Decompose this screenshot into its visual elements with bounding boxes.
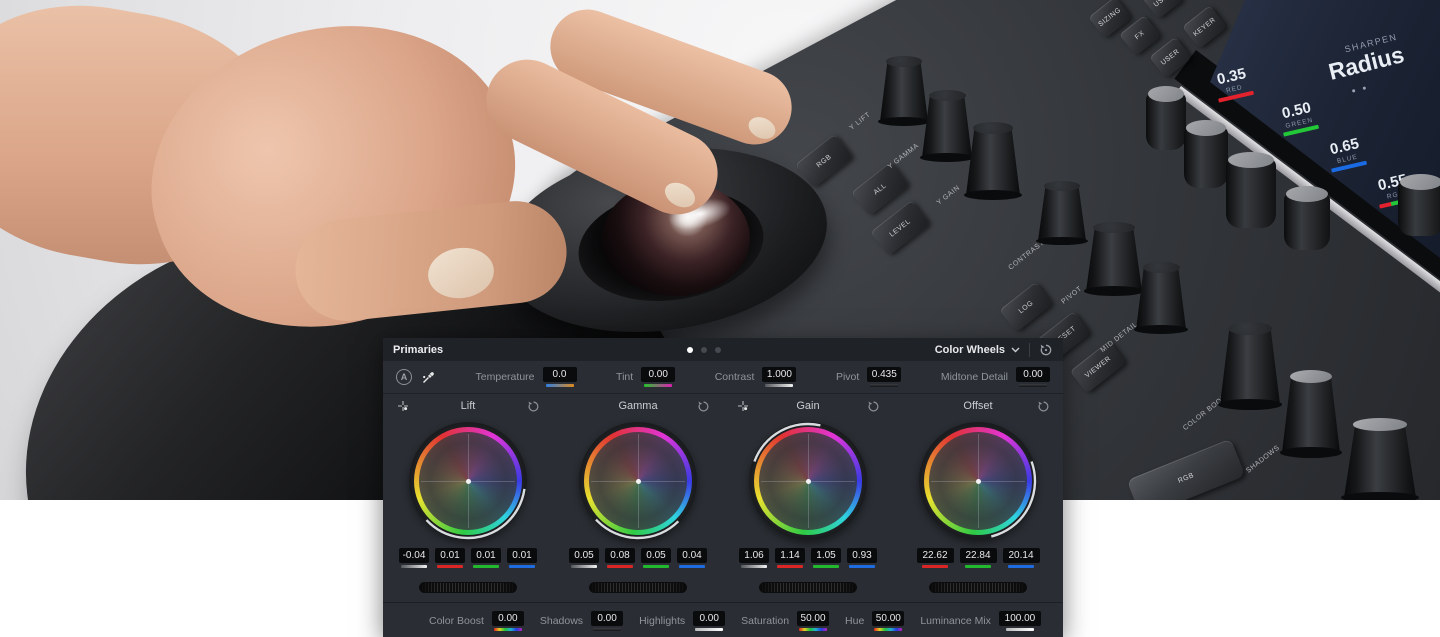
gain-label: Gain (796, 400, 820, 412)
lift-label: Lift (460, 400, 476, 412)
contrast-underline (765, 384, 794, 387)
gamma-reset-icon[interactable] (696, 399, 710, 413)
bottom-controls-row: Color Boost 0.00 Shadows 0.00 Highlights… (383, 602, 1063, 637)
midtone-detail-underline (1018, 384, 1047, 387)
color-boost-knob (1217, 322, 1283, 410)
auto-balance-icon[interactable]: A (396, 369, 412, 385)
adjustments-row: A Temperature 0.0 Tint 0.00 Contrast 1.0… (383, 361, 1063, 394)
highlights-field: Highlights 0.00 (639, 611, 726, 631)
midtone-detail-value: 0.00 (1015, 367, 1050, 382)
lift-reset-icon[interactable] (526, 399, 540, 413)
picker-icon[interactable] (421, 370, 436, 385)
y-lift-knob (878, 56, 930, 126)
chevron-down-icon (1011, 347, 1020, 352)
contrast-knob (1036, 181, 1088, 245)
lift-wheel[interactable] (409, 422, 527, 540)
pager-dots[interactable] (687, 338, 721, 361)
offset-column: Offset 22.62 22.84 20.14 (893, 394, 1063, 593)
primaries-panel: Primaries Color Wheels A Temperature 0.0… (383, 338, 1063, 637)
tint-field: Tint 0.00 (616, 367, 676, 387)
y-gamma-knob (920, 90, 974, 162)
lift-values: -0.04 0.01 0.01 0.01 (399, 548, 537, 574)
offset-master-dial[interactable] (929, 582, 1027, 593)
mid-detail-knob (1134, 262, 1188, 334)
offset-reset-icon[interactable] (1036, 399, 1050, 413)
pivot-underline (870, 384, 899, 387)
luminance-mix-value: 100.00 (998, 611, 1041, 626)
color-boost-value: 0.00 (491, 611, 524, 626)
midtone-detail-field: Midtone Detail 0.00 (941, 367, 1050, 387)
pivot-knob (1083, 222, 1145, 296)
y-gain-knob (963, 122, 1023, 200)
corner-knob (1341, 418, 1419, 500)
gain-wheel-indicator (805, 478, 811, 484)
lift-column: Lift -0.04 0.01 0.01 0.01 (383, 394, 553, 593)
gain-master-dial[interactable] (759, 582, 857, 593)
offset-values: 22.62 22.84 20.14 (916, 548, 1040, 574)
tint-value: 0.00 (641, 367, 676, 382)
gain-target-icon[interactable] (736, 399, 750, 413)
contrast-field: Contrast 1.000 (715, 367, 797, 387)
gamma-master-dial[interactable] (589, 582, 687, 593)
lcd-encoder-2 (1184, 120, 1228, 188)
contrast-value: 1.000 (762, 367, 797, 382)
mode-dropdown[interactable]: Color Wheels (935, 344, 1020, 356)
gain-column: Gain 1.06 1.14 1.05 0.93 (723, 394, 893, 593)
luminance-mix-field: Luminance Mix 100.00 (920, 611, 1041, 631)
temperature-value: 0.0 (542, 367, 577, 382)
lift-master-dial[interactable] (419, 582, 517, 593)
saturation-value: 50.00 (797, 611, 830, 626)
screenshot: SHARPEN Radius 0.35 RED 0.50 GREEN 0.65 … (0, 0, 1440, 637)
lcd-encoder-5 (1398, 174, 1440, 236)
shadows-value: 0.00 (591, 611, 624, 626)
shadows-knob (1279, 370, 1343, 458)
shadows-field: Shadows 0.00 (540, 611, 624, 631)
saturation-field: Saturation 50.00 (741, 611, 830, 631)
gain-wheel[interactable] (749, 422, 867, 540)
pivot-field: Pivot 0.435 (836, 367, 902, 387)
reset-panel-icon[interactable] (1039, 343, 1053, 357)
lift-target-icon[interactable] (396, 399, 410, 413)
pivot-value: 0.435 (867, 367, 902, 382)
lift-wheel-indicator (465, 478, 471, 484)
tint-underline (644, 384, 673, 387)
gain-reset-icon[interactable] (866, 399, 880, 413)
panel-titlebar: Primaries Color Wheels (383, 338, 1063, 361)
hue-value: 50.00 (872, 611, 905, 626)
panel-title: Primaries (393, 343, 444, 356)
lcd-encoder-3 (1226, 152, 1276, 228)
temperature-underline (545, 384, 574, 387)
temperature-field: Temperature 0.0 (476, 367, 577, 387)
highlights-value: 0.00 (693, 611, 726, 626)
color-boost-field: Color Boost 0.00 (429, 611, 524, 631)
gain-values: 1.06 1.14 1.05 0.93 (739, 548, 877, 574)
hue-field: Hue 50.00 (845, 611, 905, 631)
lcd-encoder-1 (1146, 86, 1186, 150)
offset-label: Offset (963, 400, 993, 412)
offset-wheel[interactable] (919, 422, 1037, 540)
wheels-section: Lift -0.04 0.01 0.01 0.01 Gamma 0.05 0.0… (383, 394, 1063, 593)
divider (1029, 342, 1030, 357)
gamma-wheel-indicator (635, 478, 641, 484)
gamma-column: Gamma 0.05 0.08 0.05 0.04 (553, 394, 723, 593)
lcd-encoder-4 (1284, 186, 1330, 250)
gamma-wheel[interactable] (579, 422, 697, 540)
offset-wheel-indicator (975, 478, 981, 484)
